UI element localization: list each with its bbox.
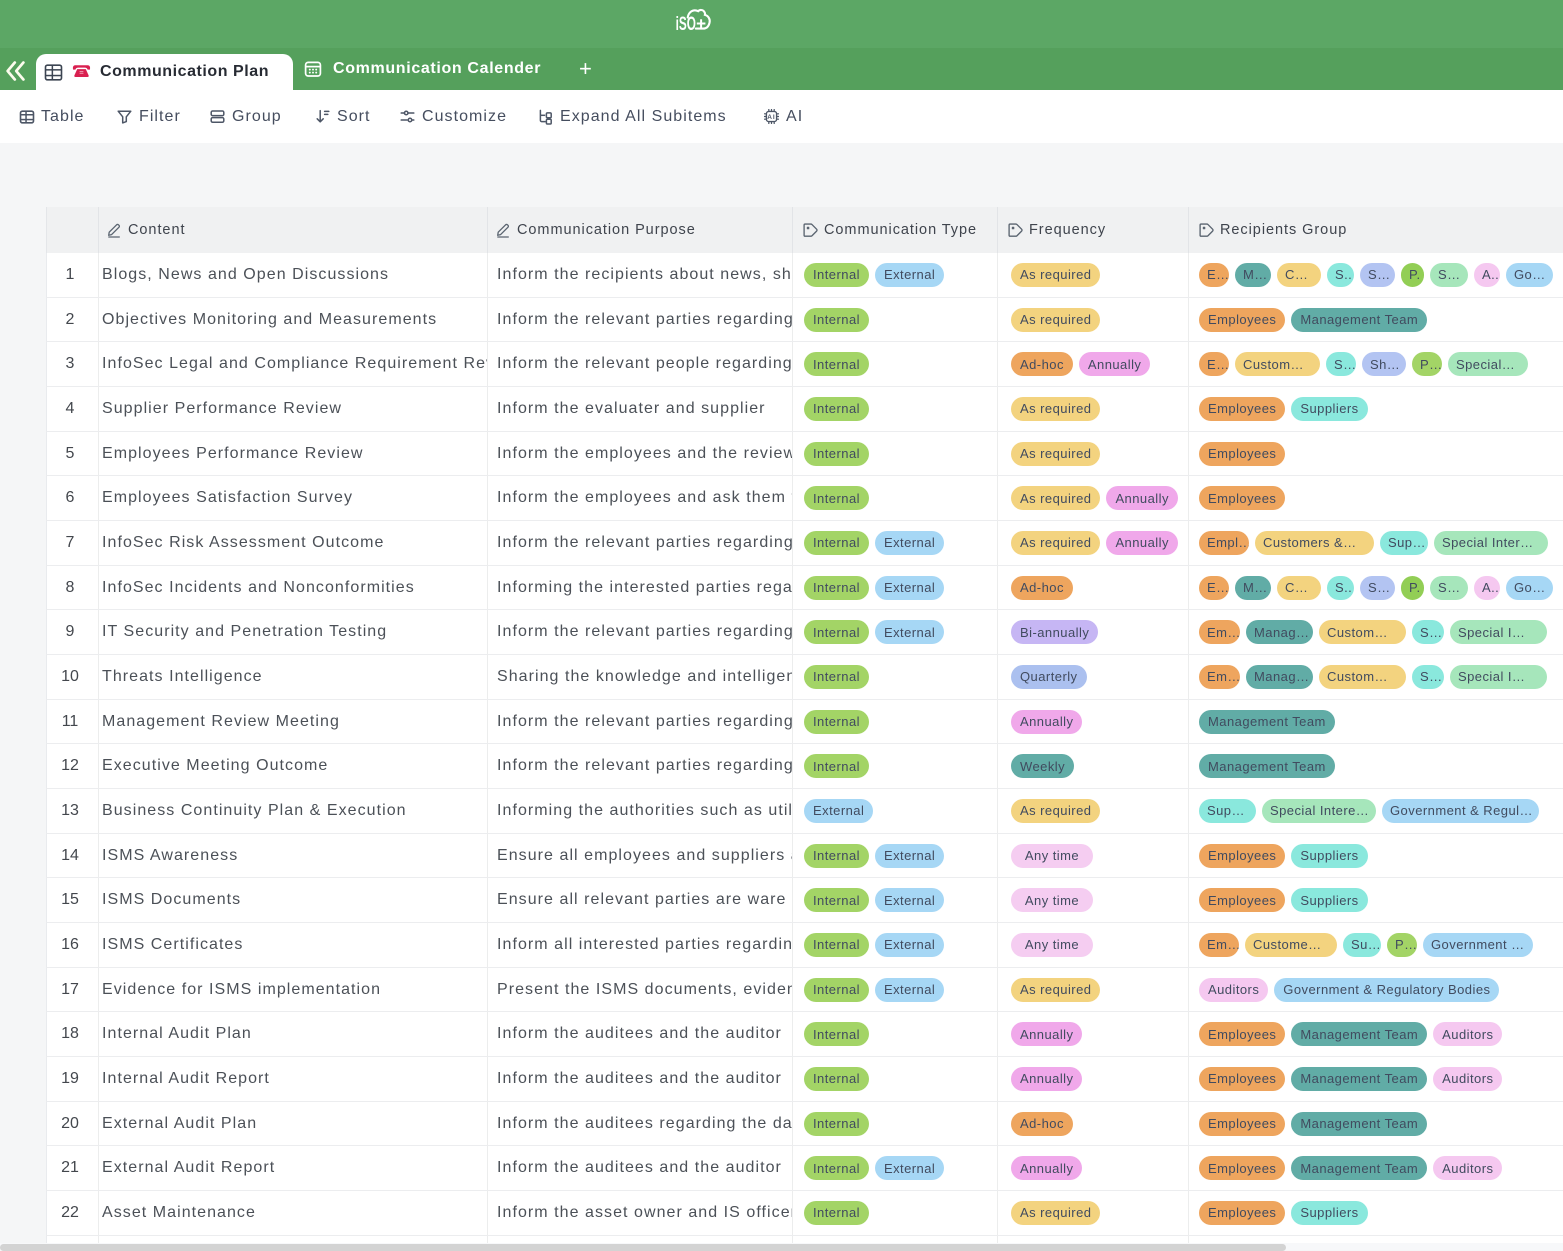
svg-text:iSO: iSO — [676, 14, 696, 35]
svg-text:AI: AI — [767, 114, 776, 121]
